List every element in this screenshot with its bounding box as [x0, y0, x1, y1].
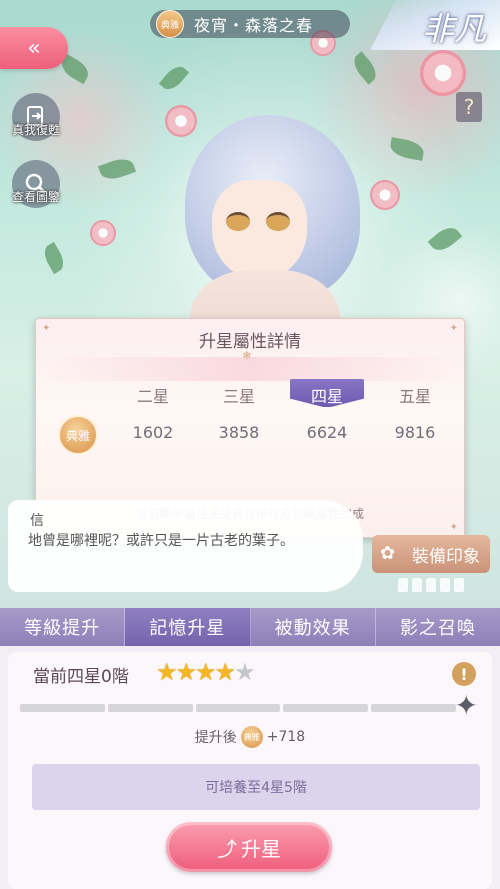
info-button[interactable]: ! [452, 662, 476, 686]
tab-shadow-summon[interactable]: 影之召喚 [376, 608, 500, 646]
attribute-badge: 典雅 [156, 10, 184, 38]
character-face [212, 180, 307, 280]
attribute-value: 1602 [132, 423, 174, 442]
question-icon: ? [463, 95, 475, 119]
flower-decoration [90, 220, 116, 246]
exclamation-icon: ! [460, 664, 468, 684]
dialog-line: 信 [30, 513, 44, 529]
dialog-line: 地曾是哪裡呢？或許只是一片古老的葉子。 [28, 533, 294, 549]
tab-bar: 等級提升 記憶升星 被動效果 影之召喚 [0, 608, 500, 646]
rarity-label: 非凡 [421, 10, 486, 48]
tab-memory-star[interactable]: 記憶升星 [125, 608, 251, 646]
tab-level-up[interactable]: 等級提升 [0, 608, 126, 646]
current-level: 當前四星0階 [33, 667, 129, 687]
panel-divider [36, 357, 464, 381]
page-dot [440, 578, 450, 592]
help-button[interactable]: ? [456, 92, 482, 122]
attribute-badge: 典雅 [240, 726, 263, 748]
column-header: 三星 [222, 387, 255, 406]
back-button[interactable]: « [0, 27, 68, 69]
equip-impression-button[interactable]: ✿ 裝備印象 [372, 535, 490, 573]
tab-passive-effect[interactable]: 被動效果 [251, 608, 376, 646]
after-label: 提升後 [194, 730, 237, 746]
corner-ornament-icon: ✦ [449, 522, 458, 533]
upgrade-star-label: 升星 [241, 836, 281, 861]
column-header: 二星 [136, 387, 169, 406]
star-upgrade-content: 當前四星0階 ★★★★★ ! ✦ 提升後 典雅 +718 可培養至4星5階 ⤴ … [8, 652, 492, 889]
revive-label: 真我復甦 [11, 123, 60, 137]
attribute-value: 6624 [306, 423, 348, 442]
star-filled-icon: ★ [195, 658, 216, 686]
progress-segment [371, 704, 456, 712]
progress-segment [283, 704, 369, 712]
page-dot [398, 578, 408, 592]
gallery-label: 查看圖鑒 [11, 190, 60, 204]
progress-segment [20, 704, 105, 712]
card-title: 夜宵・森落之春 [194, 16, 314, 35]
star-empty-icon: ★ [234, 658, 255, 686]
progress-segment [107, 704, 193, 712]
star-rating: ★★★★★ [156, 658, 256, 686]
page-dots [398, 578, 464, 592]
progress-end-star-icon: ✦ [454, 689, 478, 722]
after-upgrade-row: 提升後 典雅 +718 [8, 726, 492, 748]
upgrade-arrow-icon: ⤴ [217, 836, 237, 861]
progress-segment [195, 704, 281, 712]
column-header-active: 四星 [310, 387, 343, 406]
flower-decoration [165, 105, 197, 137]
leaf-decoration [388, 137, 426, 161]
leaf-decoration [349, 51, 381, 85]
attribute-value: 3858 [218, 423, 260, 442]
page-dot [426, 578, 436, 592]
flower-decoration [420, 50, 466, 96]
character-eye [266, 212, 290, 231]
star-filled-icon: ★ [175, 658, 197, 686]
attribute-badge: 典雅 [58, 415, 98, 455]
stage-progress [20, 704, 456, 712]
flower-icon: ✿ [380, 543, 396, 564]
page-dot [412, 578, 422, 592]
character-eye [226, 212, 250, 231]
story-dialog[interactable]: 信 地曾是哪裡呢？或許只是一片古老的葉子。 [8, 500, 363, 592]
leaf-decoration [40, 241, 68, 275]
cultivate-info: 可培養至4星5階 [32, 764, 480, 810]
leaf-decoration [427, 222, 463, 256]
star-filled-icon: ★ [214, 658, 236, 686]
star-filled-icon: ★ [156, 658, 177, 686]
column-header: 五星 [398, 387, 431, 406]
double-chevron-left-icon: « [27, 35, 41, 61]
leaf-decoration [97, 154, 137, 184]
page-dot [454, 578, 464, 592]
leaf-decoration [158, 62, 190, 94]
card-title-bar: 典雅 夜宵・森落之春 [150, 10, 350, 38]
after-value: +718 [266, 729, 306, 745]
attribute-value: 9816 [394, 423, 436, 442]
equip-impression-label: 裝備印象 [412, 546, 480, 567]
upgrade-star-button[interactable]: ⤴ 升星 [166, 822, 332, 872]
flower-decoration [370, 180, 400, 210]
